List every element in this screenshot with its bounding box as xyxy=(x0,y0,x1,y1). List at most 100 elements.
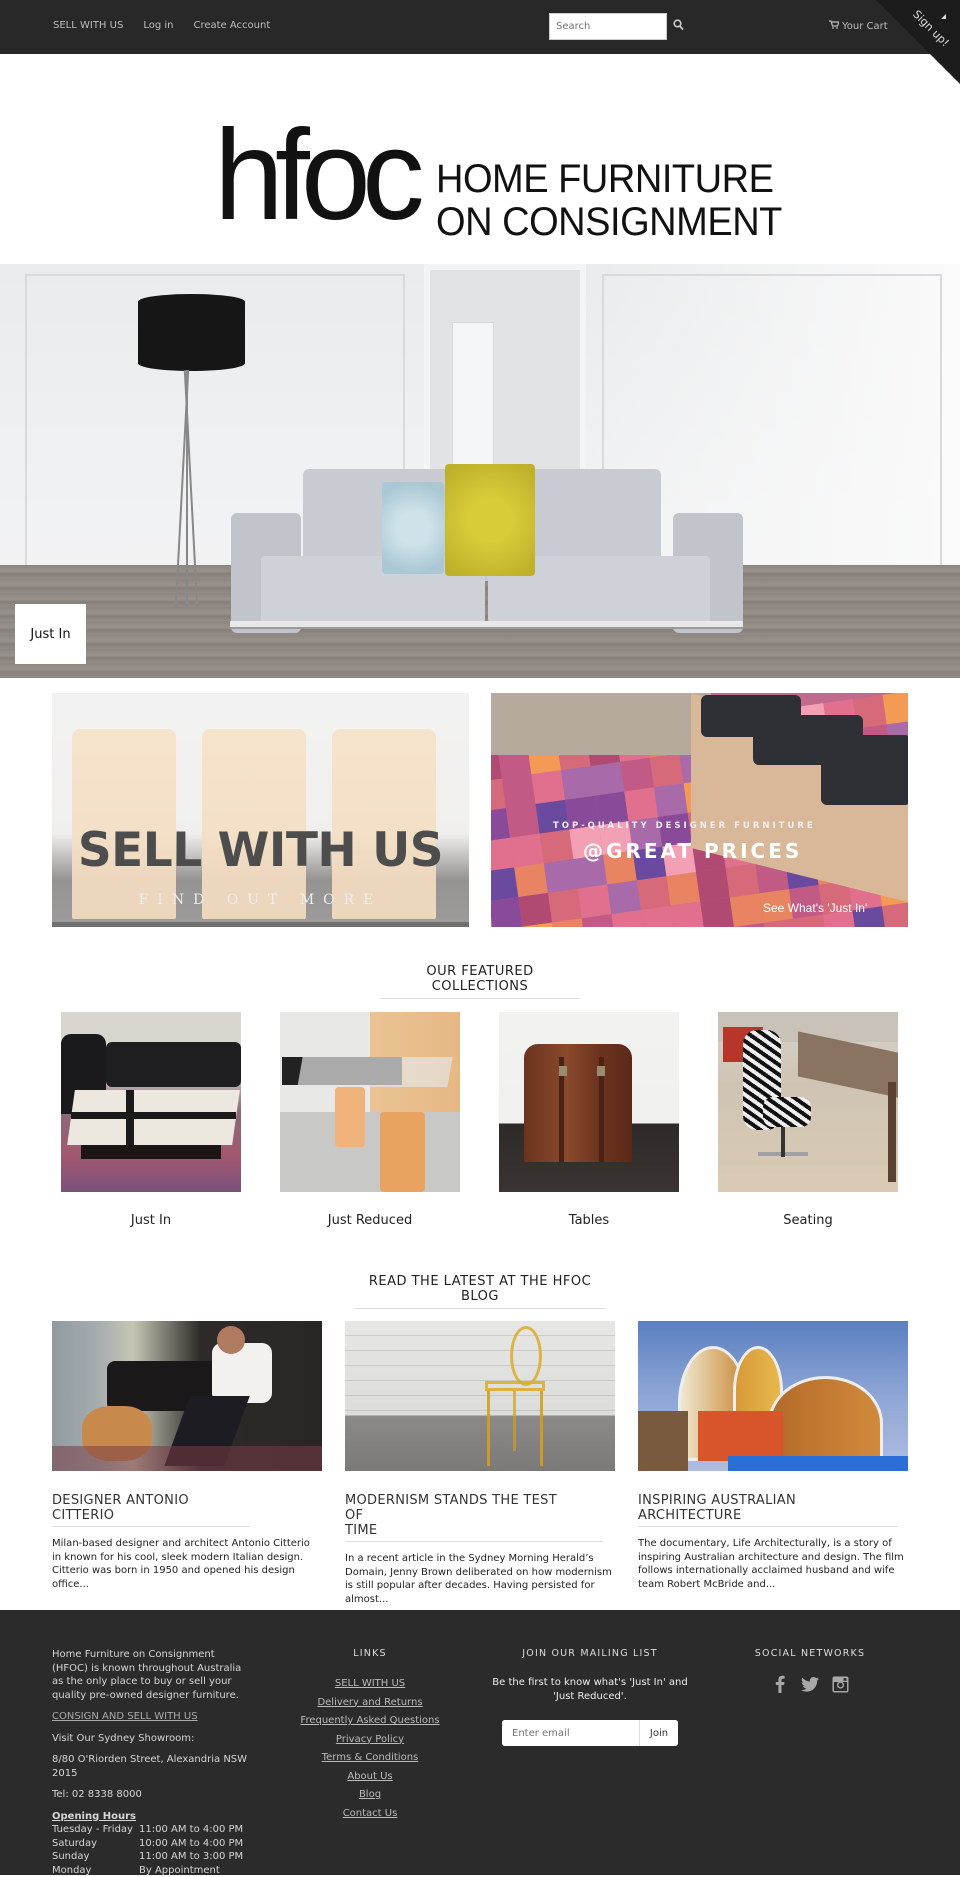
hero-banner[interactable] xyxy=(0,264,960,678)
footer-link-terms[interactable]: Terms & Conditions xyxy=(322,1752,419,1763)
promo-shag-rug xyxy=(491,693,711,755)
blog-post: MODERNISM STANDS THE TEST OF TIME In a r… xyxy=(345,1321,615,1606)
blog-title[interactable]: MODERNISM STANDS THE TEST OF TIME xyxy=(345,1493,575,1538)
promo-cta[interactable]: See What's 'Just In' xyxy=(763,901,867,915)
promo-bar xyxy=(52,922,469,927)
blog-excerpt: In a recent article in the Sydney Mornin… xyxy=(345,1552,615,1606)
rug-tile xyxy=(624,787,658,821)
blog-title-line: INSPIRING AUSTRALIAN xyxy=(638,1493,838,1508)
collection-tables[interactable]: Tables xyxy=(499,1012,679,1228)
rug-tile xyxy=(514,863,548,897)
consign-link[interactable]: CONSIGN AND SELL WITH US xyxy=(52,1711,198,1722)
arrow-icon xyxy=(941,14,946,19)
blog-title-line: TIME xyxy=(345,1523,575,1538)
join-button[interactable]: Join xyxy=(640,1720,678,1746)
blog-post: INSPIRING AUSTRALIAN ARCHITECTURE The do… xyxy=(638,1321,908,1591)
promo-headline: @GREAT PRICES xyxy=(583,839,802,863)
rug-tile xyxy=(531,770,565,804)
hero-pillow xyxy=(445,464,535,576)
hero-sofa-base xyxy=(230,621,743,629)
rug-tile xyxy=(700,897,734,927)
mailing-heading: JOIN OUR MAILING LIST xyxy=(490,1648,690,1659)
logo-text: HOME FURNITURE ON CONSIGNMENT xyxy=(436,158,782,244)
sell-with-us-promo[interactable]: SELL WITH US FIND OUT MORE xyxy=(52,693,469,927)
hero-pillow xyxy=(382,482,444,574)
hours-days: Tuesday - Friday xyxy=(52,1823,139,1837)
search-input[interactable] xyxy=(549,13,667,40)
mailing-text: Be the first to know what's 'Just In' an… xyxy=(490,1676,690,1704)
email-input[interactable] xyxy=(502,1720,640,1746)
footer-link-about[interactable]: About Us xyxy=(347,1771,392,1782)
collection-label: Tables xyxy=(499,1213,679,1228)
top-bar: SELL WITH US Log in Create Account Your … xyxy=(0,0,960,54)
collection-image xyxy=(61,1012,241,1192)
collection-label: Just Reduced xyxy=(280,1213,460,1228)
twitter-icon[interactable] xyxy=(801,1675,819,1693)
hero-lamp-pole xyxy=(186,370,188,608)
rug-tile xyxy=(506,804,540,838)
facebook-icon[interactable] xyxy=(771,1675,789,1693)
hero-lampshade xyxy=(138,294,245,371)
rug-tile xyxy=(544,859,578,893)
blog-title[interactable]: DESIGNER ANTONIO CITTERIO xyxy=(52,1493,252,1523)
sell-with-us-link[interactable]: SELL WITH US xyxy=(53,20,123,31)
blog-image[interactable] xyxy=(52,1321,322,1471)
rug-tile xyxy=(641,906,675,927)
rug-tile xyxy=(502,774,536,808)
blog-divider xyxy=(638,1526,898,1527)
cart-icon xyxy=(829,20,839,32)
footer-link-blog[interactable]: Blog xyxy=(359,1789,381,1800)
rug-tile xyxy=(561,766,595,800)
footer-link-sell-with-us[interactable]: SELL WITH US xyxy=(335,1678,405,1689)
logo-line-2: ON CONSIGNMENT xyxy=(436,201,782,244)
rug-tile xyxy=(882,693,908,724)
promo-title: SELL WITH US xyxy=(52,823,469,878)
blog-image[interactable] xyxy=(345,1321,615,1471)
rug-tile xyxy=(637,876,671,910)
heading-line: COLLECTIONS xyxy=(0,979,960,994)
hours-time: 10:00 AM to 4:00 PM xyxy=(139,1837,243,1851)
footer-about-text: Home Furniture on Consignment (HFOC) is … xyxy=(52,1648,252,1702)
rug-tile xyxy=(726,864,760,898)
hours-days: Sunday xyxy=(52,1850,139,1864)
blog-divider xyxy=(345,1541,603,1542)
rug-tile xyxy=(650,754,684,788)
great-prices-promo[interactable]: TOP-QUALITY DESIGNER FURNITURE @GREAT PR… xyxy=(491,693,908,927)
hero-just-in-button[interactable]: Just In xyxy=(15,604,86,664)
mailing-form: Join xyxy=(502,1720,678,1746)
collection-image xyxy=(280,1012,460,1192)
collection-label: Just In xyxy=(61,1213,241,1228)
phone-number: Tel: 02 8338 8000 xyxy=(52,1788,252,1802)
heading-line: OUR FEATURED xyxy=(0,964,960,979)
hours-time: 11:00 AM to 4:00 PM xyxy=(139,1823,243,1837)
showroom-address: 8/80 O'Riorden Street, Alexandria NSW 20… xyxy=(52,1753,252,1780)
collection-just-reduced[interactable]: Just Reduced xyxy=(280,1012,460,1228)
rug-tile xyxy=(696,868,730,902)
account-links: SELL WITH US Log in Create Account xyxy=(53,20,270,31)
site-logo[interactable]: hfoc HOME FURNITURE ON CONSIGNMENT xyxy=(0,54,960,214)
collection-seating[interactable]: Seating xyxy=(718,1012,898,1228)
rug-tile xyxy=(671,902,705,927)
footer-link-privacy[interactable]: Privacy Policy xyxy=(336,1734,404,1745)
blog-divider xyxy=(52,1526,250,1527)
blog-image[interactable] xyxy=(638,1321,908,1471)
search-icon[interactable] xyxy=(673,19,685,33)
footer-link-contact[interactable]: Contact Us xyxy=(343,1808,398,1819)
blog-title-line: CITTERIO xyxy=(52,1508,252,1523)
logo-mark: hfoc xyxy=(214,112,416,240)
hours-row: Sunday11:00 AM to 3:00 PM xyxy=(52,1850,252,1864)
footer-link-faq[interactable]: Frequently Asked Questions xyxy=(300,1715,439,1726)
collection-just-in[interactable]: Just In xyxy=(61,1012,241,1228)
footer-link-delivery[interactable]: Delivery and Returns xyxy=(317,1697,422,1708)
create-account-link[interactable]: Create Account xyxy=(193,20,270,31)
rug-tile xyxy=(882,902,908,927)
promo-subtitle: FIND OUT MORE xyxy=(52,892,469,908)
collection-image xyxy=(499,1012,679,1192)
blog-title[interactable]: INSPIRING AUSTRALIAN ARCHITECTURE xyxy=(638,1493,838,1523)
blog-title-line: DESIGNER ANTONIO xyxy=(52,1493,252,1508)
rug-tile xyxy=(666,872,700,906)
login-link[interactable]: Log in xyxy=(143,20,173,31)
blog-title-line: MODERNISM STANDS THE TEST OF xyxy=(345,1493,575,1523)
rug-tile xyxy=(607,880,641,914)
instagram-icon[interactable] xyxy=(831,1675,849,1693)
